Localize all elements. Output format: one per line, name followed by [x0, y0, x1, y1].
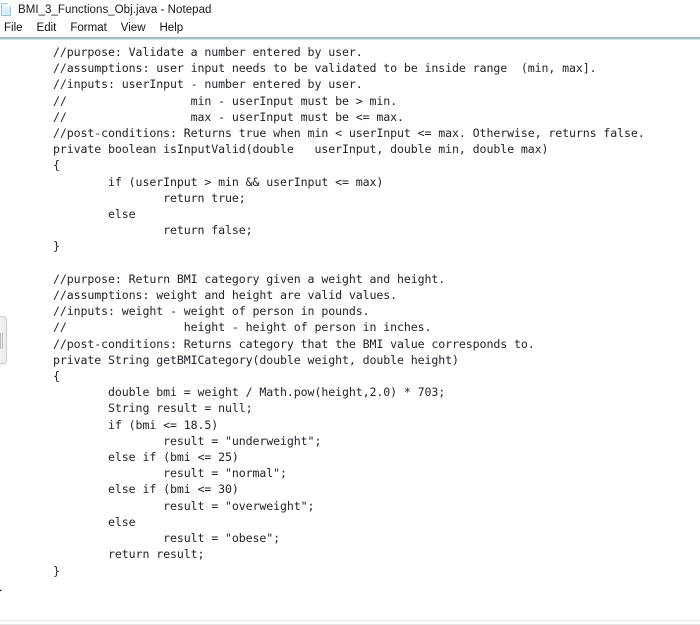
notepad-document-icon: [0, 3, 12, 17]
menu-item-view[interactable]: View: [114, 20, 153, 37]
menu-item-file[interactable]: File: [0, 20, 30, 37]
window-title: BMI_3_Functions_Obj.java - Notepad: [18, 4, 212, 16]
text-editor-area[interactable]: //purpose: Validate a number entered by …: [0, 40, 700, 620]
menu-bar: File Edit Format View Help: [0, 20, 700, 37]
source-code-text[interactable]: //purpose: Validate a number entered by …: [0, 40, 700, 579]
menu-separator-rule-soft: [0, 39, 700, 40]
menu-item-help[interactable]: Help: [153, 20, 191, 37]
scrollbar-grip-icon: [0, 333, 3, 349]
window-bottom-edge: [0, 620, 700, 624]
title-bar[interactable]: BMI_3_Functions_Obj.java - Notepad: [0, 0, 700, 20]
notepad-window: BMI_3_Functions_Obj.java - Notepad File …: [0, 0, 700, 625]
vertical-scrollbar-thumb[interactable]: [0, 316, 7, 364]
menu-item-format[interactable]: Format: [63, 20, 113, 37]
class-closing-brace: }: [0, 582, 3, 598]
menu-item-edit[interactable]: Edit: [30, 20, 64, 37]
